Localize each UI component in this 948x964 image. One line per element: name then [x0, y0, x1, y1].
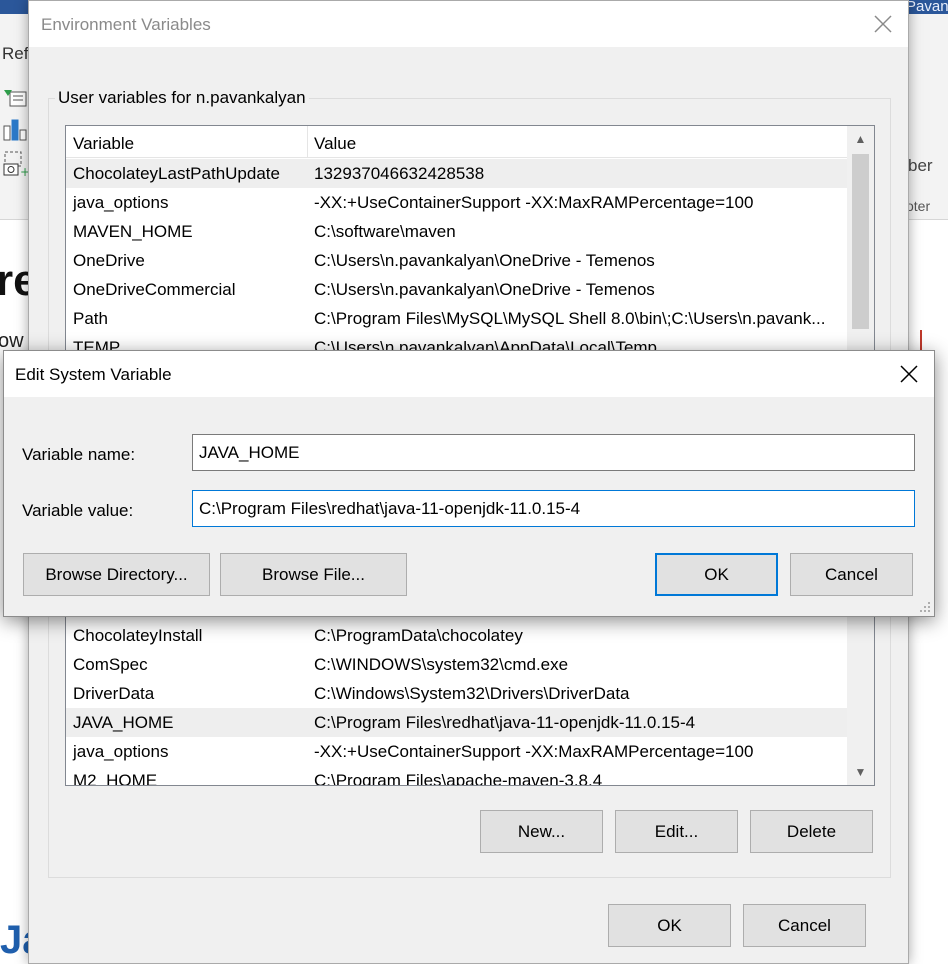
variable-value-cell: C:\software\maven [314, 222, 456, 241]
variable-name-cell: M2_HOME [73, 771, 158, 786]
scroll-up-icon[interactable]: ▲ [847, 127, 874, 151]
variable-value-cell: -XX:+UseContainerSupport -XX:MaxRAMPerce… [314, 742, 754, 761]
system-variables-rows: ChocolateyInstall C:\ProgramData\chocolat… [66, 621, 848, 786]
word-user-name: Pavan [906, 0, 948, 15]
variable-value-cell: C:\Users\n.pavankalyan\OneDrive - Temeno… [314, 251, 655, 270]
variable-name-cell: ChocolateyLastPathUpdate [73, 164, 280, 183]
variable-row[interactable]: DriverData C:\Windows\System32\Drivers\Dr… [66, 679, 848, 708]
chart-icon[interactable] [2, 116, 28, 142]
variable-value-label: Variable value: [22, 501, 134, 520]
env-dialog-title: Environment Variables [41, 15, 211, 34]
user-variables-group-label: User variables for n.pavankalyan [55, 88, 309, 108]
variable-row[interactable]: MAVEN_HOME C:\software\maven [66, 217, 848, 246]
browse-directory-button[interactable]: Browse Directory... [23, 553, 210, 596]
variable-row[interactable]: java_options -XX:+UseContainerSupport -XX… [66, 188, 848, 217]
user-variables-rows: ChocolateyLastPathUpdate 1329370466324285… [66, 159, 848, 354]
edit-close-icon[interactable] [896, 361, 922, 387]
insert-table-of-contents-icon[interactable] [2, 86, 28, 110]
variable-value-cell: 132937046632428538 [314, 164, 485, 183]
env-ok-button[interactable]: OK [608, 904, 731, 947]
ribbon-references-tab[interactable]: Ref [2, 44, 28, 64]
variable-row[interactable]: JAVA_HOME C:\Program Files\redhat\java-11… [66, 708, 848, 737]
variable-value-input[interactable] [192, 490, 915, 527]
variable-row[interactable]: ChocolateyInstall C:\ProgramData\chocolat… [66, 621, 848, 650]
ribbon-footer-label: oter [906, 198, 931, 214]
variable-value-cell: C:\Program Files\apache-maven-3.8.4 [314, 771, 603, 786]
variable-name-cell: OneDriveCommercial [73, 280, 236, 299]
variable-value-cell: C:\WINDOWS\system32\cmd.exe [314, 655, 569, 674]
user-variables-list[interactable]: Variable Value ChocolateyLastPathUpdate 1… [65, 125, 875, 355]
column-header-value[interactable]: Value [314, 134, 356, 154]
variable-row[interactable]: java_options -XX:+UseContainerSupport -XX… [66, 737, 848, 766]
browse-file-button[interactable]: Browse File... [220, 553, 407, 596]
document-marker [920, 330, 922, 352]
variable-row[interactable]: Path C:\Program Files\MySQL\MySQL Shell 8… [66, 304, 848, 333]
edit-dialog-title: Edit System Variable [15, 365, 172, 384]
user-list-scrollbar[interactable]: ▲ [847, 126, 874, 354]
new-variable-button[interactable]: New... [480, 810, 603, 853]
edit-title-bar[interactable]: Edit System Variable [4, 351, 934, 397]
variable-name-cell: ChocolateyInstall [73, 626, 203, 645]
variable-value-cell: C:\Windows\System32\Drivers\DriverData [314, 684, 630, 703]
variable-name-cell: ComSpec [73, 655, 148, 674]
ribbon-number-label[interactable]: ber [908, 156, 933, 176]
env-close-icon[interactable] [870, 11, 896, 37]
variable-name-cell: OneDrive [73, 251, 145, 270]
list-header: Variable Value [66, 126, 848, 158]
env-title-bar[interactable]: Environment Variables [29, 1, 908, 47]
edit-cancel-button[interactable]: Cancel [790, 553, 913, 596]
column-header-variable[interactable]: Variable [73, 134, 134, 154]
scrollbar-thumb[interactable] [852, 154, 869, 329]
variable-row[interactable]: OneDriveCommercial C:\Users\n.pavankalyan… [66, 275, 848, 304]
variable-row[interactable]: OneDrive C:\Users\n.pavankalyan\OneDrive … [66, 246, 848, 275]
variable-value-cell: C:\Program Files\redhat\java-11-openjdk-… [314, 713, 696, 732]
variable-row[interactable]: ChocolateyLastPathUpdate 1329370466324285… [66, 159, 848, 188]
system-variables-list[interactable]: ChocolateyInstall C:\ProgramData\chocolat… [65, 611, 875, 786]
edit-system-variable-dialog: Edit System Variable Variable name: Vari… [3, 350, 935, 617]
variable-value-cell: -XX:+UseContainerSupport -XX:MaxRAMPerce… [314, 193, 754, 212]
env-cancel-button[interactable]: Cancel [743, 904, 866, 947]
variable-value-cell: C:\ProgramData\chocolatey [314, 626, 523, 645]
scroll-down-icon[interactable]: ▼ [847, 760, 874, 784]
variable-row[interactable]: ComSpec C:\WINDOWS\system32\cmd.exe [66, 650, 848, 679]
resize-grip-icon[interactable] [919, 601, 931, 613]
variable-name-cell: JAVA_HOME [73, 713, 174, 732]
variable-name-input[interactable] [192, 434, 915, 471]
screenshot-icon[interactable]: + [2, 150, 28, 178]
column-separator[interactable] [307, 126, 308, 158]
variable-name-label: Variable name: [22, 445, 136, 464]
variable-row[interactable]: M2_HOME C:\Program Files\apache-maven-3.8… [66, 766, 848, 786]
system-list-scrollbar[interactable]: ▼ [847, 612, 874, 785]
variable-name-cell: MAVEN_HOME [73, 222, 193, 241]
variable-value-cell: C:\Users\n.pavankalyan\OneDrive - Temeno… [314, 280, 655, 299]
variable-name-cell: DriverData [73, 684, 155, 703]
variable-name-cell: Path [73, 309, 108, 328]
variable-name-cell: java_options [73, 742, 169, 761]
variable-name-cell: java_options [73, 193, 169, 212]
variable-value-cell: C:\Program Files\MySQL\MySQL Shell 8.0\b… [314, 309, 826, 328]
edit-ok-button[interactable]: OK [655, 553, 778, 596]
edit-variable-button[interactable]: Edit... [615, 810, 738, 853]
svg-text:+: + [20, 165, 28, 178]
delete-variable-button[interactable]: Delete [750, 810, 873, 853]
